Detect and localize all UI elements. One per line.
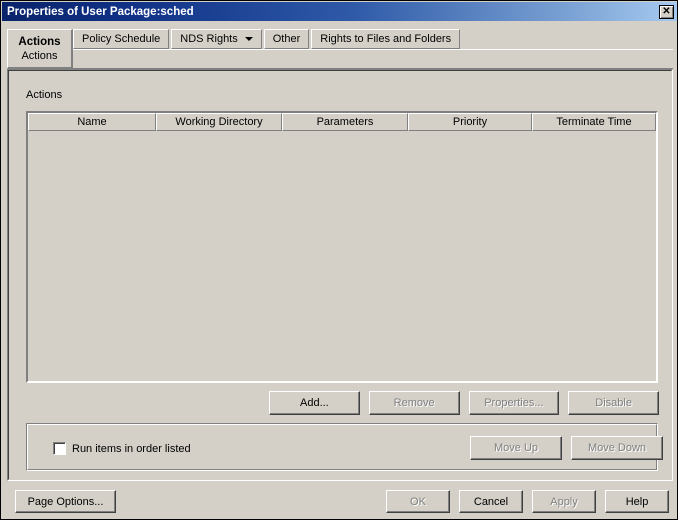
table-header-row: Name Working Directory Parameters Priori… xyxy=(28,113,656,131)
column-header-terminate-time[interactable]: Terminate Time xyxy=(532,113,656,131)
column-header-working-directory[interactable]: Working Directory xyxy=(156,113,282,131)
content-panel: Actions Name Working Directory Parameter… xyxy=(7,69,673,481)
properties-dialog: Properties of User Package:sched ✕ Polic… xyxy=(0,0,678,520)
remove-button[interactable]: Remove xyxy=(368,391,460,415)
help-button[interactable]: Help xyxy=(605,490,669,513)
cancel-button[interactable]: Cancel xyxy=(459,490,523,513)
run-items-in-order-row[interactable]: Run items in order listed xyxy=(53,442,191,455)
action-button-row: Add... Remove Properties... Disable xyxy=(269,391,659,415)
apply-button[interactable]: Apply xyxy=(532,490,596,513)
ok-button[interactable]: OK xyxy=(386,490,450,513)
dialog-footer: Page Options... OK Cancel Apply Help xyxy=(1,485,677,519)
run-order-group: Run items in order listed Move Up Move D… xyxy=(26,423,663,471)
tab-label: Actions xyxy=(18,35,61,48)
page-options-button[interactable]: Page Options... xyxy=(15,490,116,513)
run-order-group-inner: Run items in order listed Move Up Move D… xyxy=(27,424,663,470)
column-header-parameters[interactable]: Parameters xyxy=(282,113,408,131)
chevron-down-icon[interactable] xyxy=(244,37,253,41)
footer-button-row: OK Cancel Apply Help xyxy=(386,490,669,513)
move-down-button[interactable]: Move Down xyxy=(571,436,663,460)
tab-other[interactable]: Other xyxy=(263,29,310,49)
close-icon[interactable]: ✕ xyxy=(659,4,674,19)
section-label: Actions xyxy=(26,89,63,101)
title-bar[interactable]: Properties of User Package:sched ✕ xyxy=(2,2,677,21)
disable-button[interactable]: Disable xyxy=(568,391,659,415)
add-button[interactable]: Add... xyxy=(269,391,360,415)
tab-policy-schedule[interactable]: Policy Schedule xyxy=(73,29,170,49)
tab-label: NDS Rights xyxy=(180,33,238,45)
content-panel-inner: Actions Name Working Directory Parameter… xyxy=(8,70,672,480)
tab-label: Policy Schedule xyxy=(82,33,161,45)
window-title: Properties of User Package:sched xyxy=(7,5,194,18)
move-up-button[interactable]: Move Up xyxy=(470,436,562,460)
column-header-name[interactable]: Name xyxy=(28,113,156,131)
tab-actions[interactable]: Actions Actions xyxy=(7,29,73,69)
tab-label: Rights to Files and Folders xyxy=(320,33,452,45)
properties-button[interactable]: Properties... xyxy=(468,391,560,415)
move-button-row: Move Up Move Down xyxy=(470,436,663,460)
subtab-label: Actions xyxy=(21,49,58,62)
subtab-strip xyxy=(73,49,673,69)
run-items-in-order-label: Run items in order listed xyxy=(72,442,191,455)
column-header-priority[interactable]: Priority xyxy=(408,113,532,131)
tab-label: Other xyxy=(272,33,301,45)
actions-list[interactable]: Name Working Directory Parameters Priori… xyxy=(26,111,658,383)
table-body[interactable] xyxy=(28,131,656,381)
tab-nds-rights[interactable]: NDS Rights xyxy=(171,29,262,49)
tab-rights-to-files-and-folders[interactable]: Rights to Files and Folders xyxy=(311,29,461,49)
run-items-in-order-checkbox[interactable] xyxy=(53,442,66,455)
tab-strip: Policy Schedule NDS Rights Other Rights … xyxy=(7,29,673,51)
